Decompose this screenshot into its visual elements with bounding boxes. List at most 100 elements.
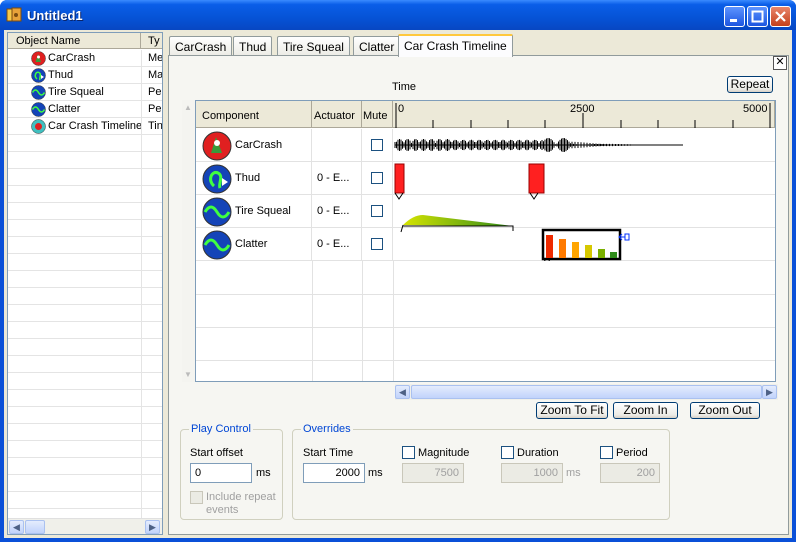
actuator-cell[interactable] (312, 129, 362, 162)
list-empty-row[interactable] (8, 220, 162, 237)
scroll-down-arrow[interactable]: ▼ (184, 370, 192, 379)
zoom-in-button[interactable]: Zoom In (613, 402, 678, 419)
start-time-input[interactable]: 2000 (303, 463, 365, 483)
mute-checkbox[interactable] (371, 205, 383, 217)
tab-thud[interactable]: Thud (233, 36, 273, 56)
close-icon (775, 11, 786, 22)
title-bar[interactable]: Untitled1 (0, 0, 796, 30)
list-item[interactable]: Car Crash Timeline Tin (8, 118, 162, 135)
maximize-button[interactable] (747, 6, 768, 27)
actuator-cell[interactable]: 0 - E... (312, 162, 362, 195)
list-item-name: Clatter (48, 103, 81, 115)
scroll-left-arrow[interactable]: ◀ (9, 520, 24, 534)
magnitude-input[interactable]: 7500 (402, 463, 464, 483)
list-item-type: Pe (148, 103, 162, 115)
list-item[interactable]: Thud Ma (8, 67, 162, 84)
include-repeat-checkbox[interactable] (190, 491, 203, 504)
list-item-type: Ma (148, 69, 162, 81)
list-empty-row[interactable] (8, 237, 162, 254)
zoom-to-fit-button[interactable]: Zoom To Fit (536, 402, 608, 419)
list-empty-row[interactable] (8, 339, 162, 356)
duration-checkbox[interactable] (501, 446, 514, 459)
component-name: CarCrash (235, 139, 283, 151)
overrides-group: Overrides Start Time 2000 ms Magnitude 7… (292, 423, 670, 520)
start-time-label: Start Time (303, 447, 354, 459)
actuator-value: 0 - E... (317, 172, 350, 184)
list-empty-row[interactable] (8, 305, 162, 322)
duration-unit: ms (566, 467, 581, 479)
scroll-thumb[interactable] (25, 520, 45, 534)
thud-event-1[interactable] (394, 163, 405, 200)
list-empty-row[interactable] (8, 135, 162, 152)
mute-column-header[interactable]: Mute (362, 101, 393, 128)
mute-checkbox[interactable] (371, 238, 383, 250)
list-empty-row[interactable] (8, 441, 162, 458)
scroll-thumb[interactable] (411, 385, 762, 399)
actuator-cell[interactable]: 0 - E... (312, 228, 362, 261)
zoom-out-button[interactable]: Zoom Out (690, 402, 760, 419)
timeline-hscrollbar[interactable]: ◀ ▶ (395, 384, 778, 400)
clatter-event[interactable] (541, 228, 630, 261)
close-button[interactable] (770, 6, 791, 27)
list-empty-row[interactable] (8, 169, 162, 186)
list-empty-row[interactable] (8, 322, 162, 339)
carcrash-waveform[interactable] (394, 138, 683, 152)
type-column-header[interactable]: Ty (142, 33, 162, 49)
list-empty-row[interactable] (8, 152, 162, 169)
list-empty-row[interactable] (8, 203, 162, 220)
object-list-hscrollbar[interactable]: ◀ ▶ (8, 518, 162, 534)
scroll-right-arrow[interactable]: ▶ (762, 385, 777, 399)
tire-squeal-event[interactable] (400, 215, 514, 233)
actuator-column-header[interactable]: Actuator (312, 101, 362, 128)
object-list[interactable]: Object Name Ty CarCrash Me Thud Ma Tire … (7, 32, 163, 535)
list-item[interactable]: CarCrash Me (8, 50, 162, 67)
app-icon (6, 7, 22, 22)
scroll-right-arrow[interactable]: ▶ (145, 520, 160, 534)
mute-cell (362, 228, 393, 261)
list-item[interactable]: Clatter Pe (8, 101, 162, 118)
ruler-label-5000: 5000 (743, 103, 768, 115)
list-empty-row[interactable] (8, 492, 162, 509)
list-empty-row[interactable] (8, 373, 162, 390)
tab-carcrash[interactable]: CarCrash (169, 36, 233, 56)
list-item[interactable]: Tire Squeal Pe (8, 84, 162, 101)
list-empty-row[interactable] (8, 271, 162, 288)
object-name-column-header[interactable]: Object Name (8, 33, 141, 49)
close-panel-button[interactable]: ✕ (773, 56, 787, 70)
tab-car-crash-timeline[interactable]: Car Crash Timeline (398, 34, 513, 57)
tab-tire-squeal[interactable]: Tire Squeal (277, 36, 350, 56)
list-item-name: Tire Squeal (48, 86, 104, 98)
list-item-type: Me (148, 52, 162, 64)
duration-input[interactable]: 1000 (501, 463, 563, 483)
start-offset-input[interactable]: 0 (190, 463, 252, 483)
play-control-title: Play Control (189, 423, 253, 435)
list-empty-row[interactable] (8, 254, 162, 271)
period-input[interactable]: 200 (600, 463, 660, 483)
start-offset-unit: ms (256, 467, 271, 479)
list-empty-row[interactable] (8, 407, 162, 424)
start-offset-label: Start offset (190, 447, 243, 459)
component-name: Clatter (235, 238, 268, 250)
timeline-grid[interactable]: Component Actuator Mute 0 2500 5000 CarC… (195, 100, 776, 382)
list-empty-row[interactable] (8, 424, 162, 441)
component-column-header[interactable]: Component (196, 101, 312, 128)
mute-checkbox[interactable] (371, 139, 383, 151)
list-empty-row[interactable] (8, 288, 162, 305)
tab-clatter[interactable]: Clatter (353, 36, 401, 56)
mute-checkbox[interactable] (371, 172, 383, 184)
list-empty-row[interactable] (8, 186, 162, 203)
thud-event-2[interactable] (528, 163, 545, 200)
magnitude-checkbox[interactable] (402, 446, 415, 459)
list-empty-row[interactable] (8, 390, 162, 407)
list-empty-row[interactable] (8, 458, 162, 475)
time-ruler: 0 2500 5000 (393, 101, 775, 128)
actuator-cell[interactable]: 0 - E... (312, 195, 362, 228)
start-time-unit: ms (368, 467, 383, 479)
scroll-up-arrow[interactable]: ▲ (184, 103, 192, 112)
list-empty-row[interactable] (8, 475, 162, 492)
list-empty-row[interactable] (8, 356, 162, 373)
scroll-left-arrow[interactable]: ◀ (395, 385, 410, 399)
repeat-button[interactable]: Repeat (727, 76, 773, 93)
minimize-button[interactable] (724, 6, 745, 27)
period-checkbox[interactable] (600, 446, 613, 459)
